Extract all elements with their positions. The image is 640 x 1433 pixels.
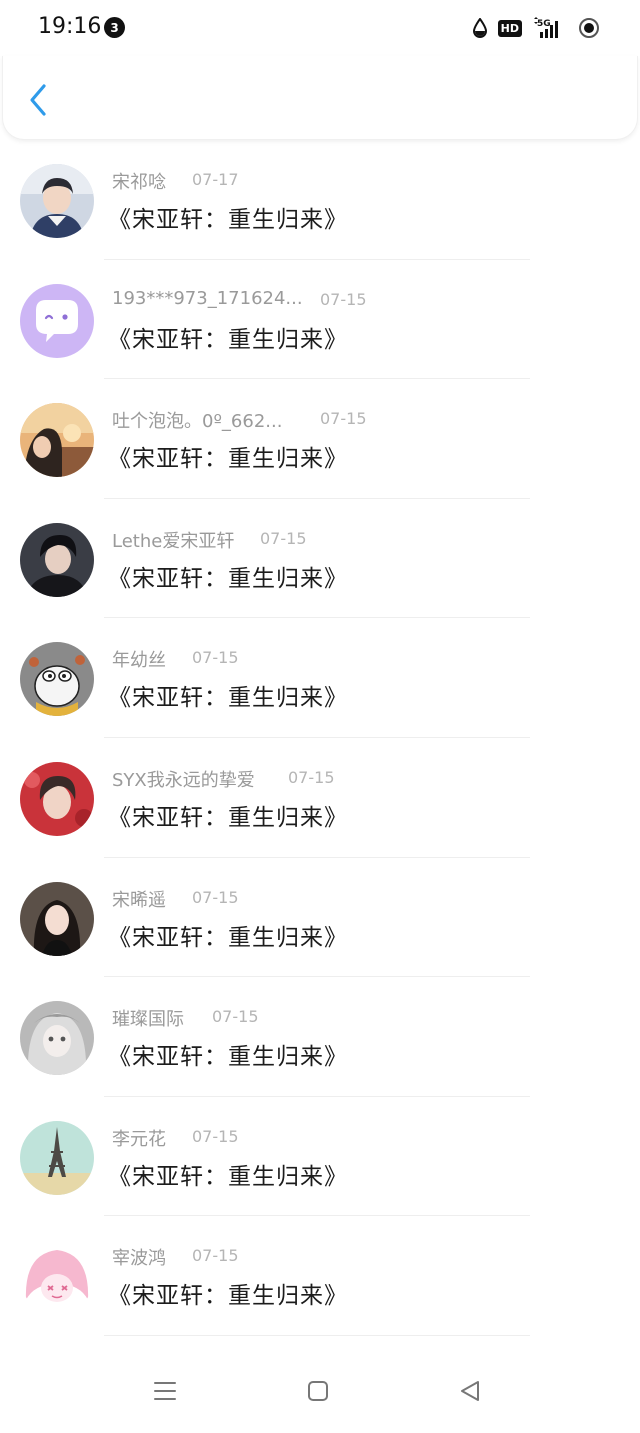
avatar[interactable]	[20, 164, 94, 238]
item-title: 《宋亚轩：重生归来》	[108, 924, 348, 951]
menu-icon	[153, 1380, 177, 1406]
avatar[interactable]	[20, 762, 94, 836]
girl-portrait-avatar-image	[20, 881, 94, 956]
boy-red-avatar-image	[20, 762, 94, 836]
item-title: 《宋亚轩：重生归来》	[108, 207, 348, 233]
list-item[interactable]: 193***973_171624... 07-15 《宋亚轩：重生归来》	[0, 260, 640, 380]
item-title: 《宋亚轩：重生归来》	[108, 326, 348, 353]
list-item[interactable]: 璀璨国际 07-15 《宋亚轩：重生归来》	[0, 977, 640, 1097]
item-meta: 宋晞遥 07-15	[112, 886, 239, 912]
home-square-icon	[307, 1380, 329, 1406]
nickname[interactable]: 李元花	[112, 1125, 166, 1151]
item-title: 《宋亚轩：重生归来》	[108, 1283, 348, 1310]
back-nav-button[interactable]	[450, 1378, 490, 1408]
svg-text:5G: 5G	[537, 19, 551, 29]
item-title: 《宋亚轩：重生归来》	[108, 1044, 348, 1071]
boy-avatar-image	[20, 164, 94, 238]
item-meta: 璀璨国际 07-15	[112, 1005, 259, 1031]
avatar[interactable]	[20, 522, 94, 597]
avatar[interactable]	[20, 1120, 94, 1195]
item-meta: 年幼丝 07-15	[112, 646, 239, 672]
avatar[interactable]	[20, 403, 94, 478]
list-item[interactable]: 宋祁唸 07-17 《宋亚轩：重生归来》	[0, 140, 640, 260]
avatar[interactable]	[20, 1001, 94, 1076]
item-meta: 宋祁唸 07-17	[112, 168, 239, 194]
nickname[interactable]: 193***973_171624...	[112, 288, 303, 309]
avatar[interactable]	[20, 283, 94, 358]
date: 07-15	[260, 528, 307, 548]
cartoon-duck-avatar-image	[20, 642, 94, 717]
boy-dark-avatar-image	[20, 522, 94, 597]
item-meta: Lethe爱宋亚轩 07-15	[112, 527, 307, 553]
list-item[interactable]: SYX我永远的挚爱 07-15 《宋亚轩：重生归来》	[0, 738, 640, 858]
header	[2, 56, 638, 140]
item-title: 《宋亚轩：重生归来》	[108, 805, 348, 831]
chevron-left-icon	[27, 83, 49, 121]
date: 07-15	[212, 1007, 259, 1027]
date: 07-15	[192, 887, 239, 907]
list-item[interactable]: 宰波鸿 07-15 《宋亚轩：重生归来》	[0, 1216, 640, 1336]
anime-gray-avatar-image	[20, 1001, 94, 1076]
date: 07-15	[192, 1126, 239, 1146]
nickname[interactable]: SYX我永远的挚爱	[112, 766, 255, 792]
list-item[interactable]: 年幼丝 07-15 《宋亚轩：重生归来》	[0, 618, 640, 738]
date: 07-15	[192, 1246, 239, 1266]
avatar[interactable]	[20, 1240, 94, 1315]
nickname[interactable]: 吐个泡泡。0º_662...	[112, 407, 282, 433]
date: 07-15	[192, 648, 239, 668]
status-icons: HD 5G	[472, 14, 600, 42]
system-nav-bar	[0, 1352, 640, 1433]
back-triangle-icon	[458, 1380, 482, 1406]
record-icon	[578, 17, 600, 39]
list-item[interactable]: Lethe爱宋亚轩 07-15 《宋亚轩：重生归来》	[0, 499, 640, 619]
nickname[interactable]: 年幼丝	[112, 646, 166, 672]
home-button[interactable]	[298, 1378, 338, 1408]
list-item[interactable]: 吐个泡泡。0º_662... 07-15 《宋亚轩：重生归来》	[0, 379, 640, 499]
notification-badge: 3	[104, 17, 125, 38]
item-meta: 李元花 07-15	[112, 1125, 239, 1151]
date: 07-15	[288, 768, 335, 787]
date: 07-17	[192, 170, 239, 189]
eiffel-tower-avatar-image	[20, 1120, 94, 1195]
chat-bubble-avatar-image	[20, 283, 94, 358]
item-title: 《宋亚轩：重生归来》	[108, 685, 348, 712]
5g-signal-icon: 5G	[532, 17, 568, 39]
item-meta: 宰波鸿 07-15	[112, 1244, 239, 1270]
item-title: 《宋亚轩：重生归来》	[108, 565, 348, 592]
item-meta: 吐个泡泡。0º_662... 07-15	[112, 407, 367, 433]
item-meta: SYX我永远的挚爱 07-15	[112, 766, 335, 792]
item-title: 《宋亚轩：重生归来》	[108, 446, 348, 473]
nickname[interactable]: 璀璨国际	[112, 1005, 184, 1031]
nickname[interactable]: 宋祁唸	[112, 168, 166, 194]
avatar[interactable]	[20, 881, 94, 956]
list-item[interactable]: 宋晞遥 07-15 《宋亚轩：重生归来》	[0, 858, 640, 978]
menu-button[interactable]	[145, 1378, 185, 1408]
nickname[interactable]: Lethe爱宋亚轩	[112, 527, 234, 553]
hd-icon: HD	[497, 19, 522, 37]
nickname[interactable]: 宰波鸿	[112, 1244, 166, 1270]
item-title: 《宋亚轩：重生归来》	[108, 1163, 348, 1190]
date: 07-15	[320, 409, 367, 429]
status-bar: 19:16 3 HD 5G	[0, 0, 640, 56]
nickname[interactable]: 宋晞遥	[112, 886, 166, 912]
avatar[interactable]	[20, 642, 94, 717]
girl-sunset-avatar-image	[20, 403, 94, 478]
divider	[104, 1334, 530, 1336]
back-button[interactable]	[21, 82, 55, 122]
list-item[interactable]: 李元花 07-15 《宋亚轩：重生归来》	[0, 1097, 640, 1217]
item-meta: 193***973_171624... 07-15	[112, 288, 367, 314]
pink-anime-avatar-image	[20, 1240, 94, 1315]
water-drop-icon	[472, 18, 488, 38]
status-time: 19:16	[38, 14, 102, 39]
date: 07-15	[320, 289, 367, 309]
